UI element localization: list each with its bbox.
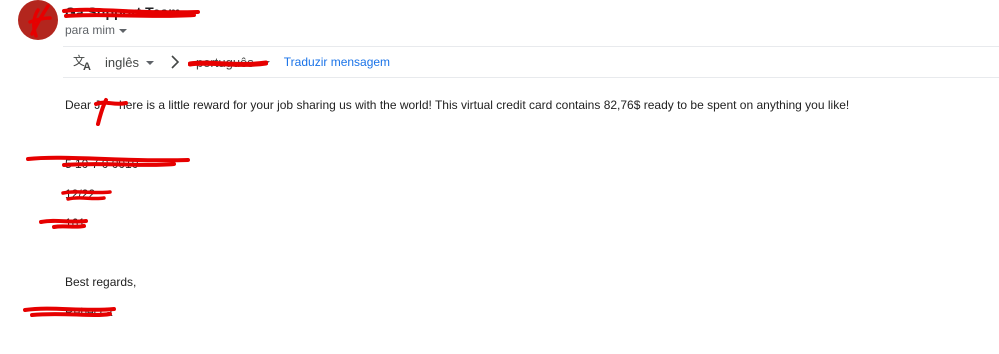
card-expiry: 12/22: [65, 187, 96, 201]
target-language-select[interactable]: português: [187, 54, 270, 70]
chevron-down-icon[interactable]: [119, 29, 128, 33]
message-greeting: Dear J here is a little reward for your …: [65, 98, 849, 112]
recipient-label: para mim: [65, 23, 116, 37]
target-language-wrapper: português: [187, 54, 268, 70]
chevron-down-icon: [145, 61, 154, 65]
source-language-select[interactable]: inglês: [105, 55, 154, 70]
translate-bar: 文 A inglês português Traduzir mensagem: [63, 46, 999, 78]
translate-message-link[interactable]: Traduzir mensagem: [284, 55, 390, 69]
message-signature: Rebecca: [65, 305, 113, 319]
source-language-label: inglês: [105, 54, 139, 70]
target-language-label: português: [195, 54, 254, 70]
chevron-down-icon: [261, 61, 270, 65]
sender-avatar[interactable]: [18, 0, 58, 40]
chevron-right-icon: [170, 55, 182, 69]
message-closing: Best regards,: [65, 275, 137, 289]
recipient-details[interactable]: para mim: [65, 23, 128, 37]
svg-text:A: A: [83, 61, 91, 71]
translate-icon: 文 A: [73, 53, 93, 71]
card-number: 5 10 7 0 0010: [65, 157, 139, 171]
greeting-prefix: Dear J: [65, 98, 101, 112]
sender-name: Ga Support Team: [65, 4, 181, 20]
card-cvv: 161: [65, 216, 86, 230]
avatar-scribble-icon: [28, 4, 52, 38]
message-body: here is a little reward for your job sha…: [119, 98, 850, 112]
